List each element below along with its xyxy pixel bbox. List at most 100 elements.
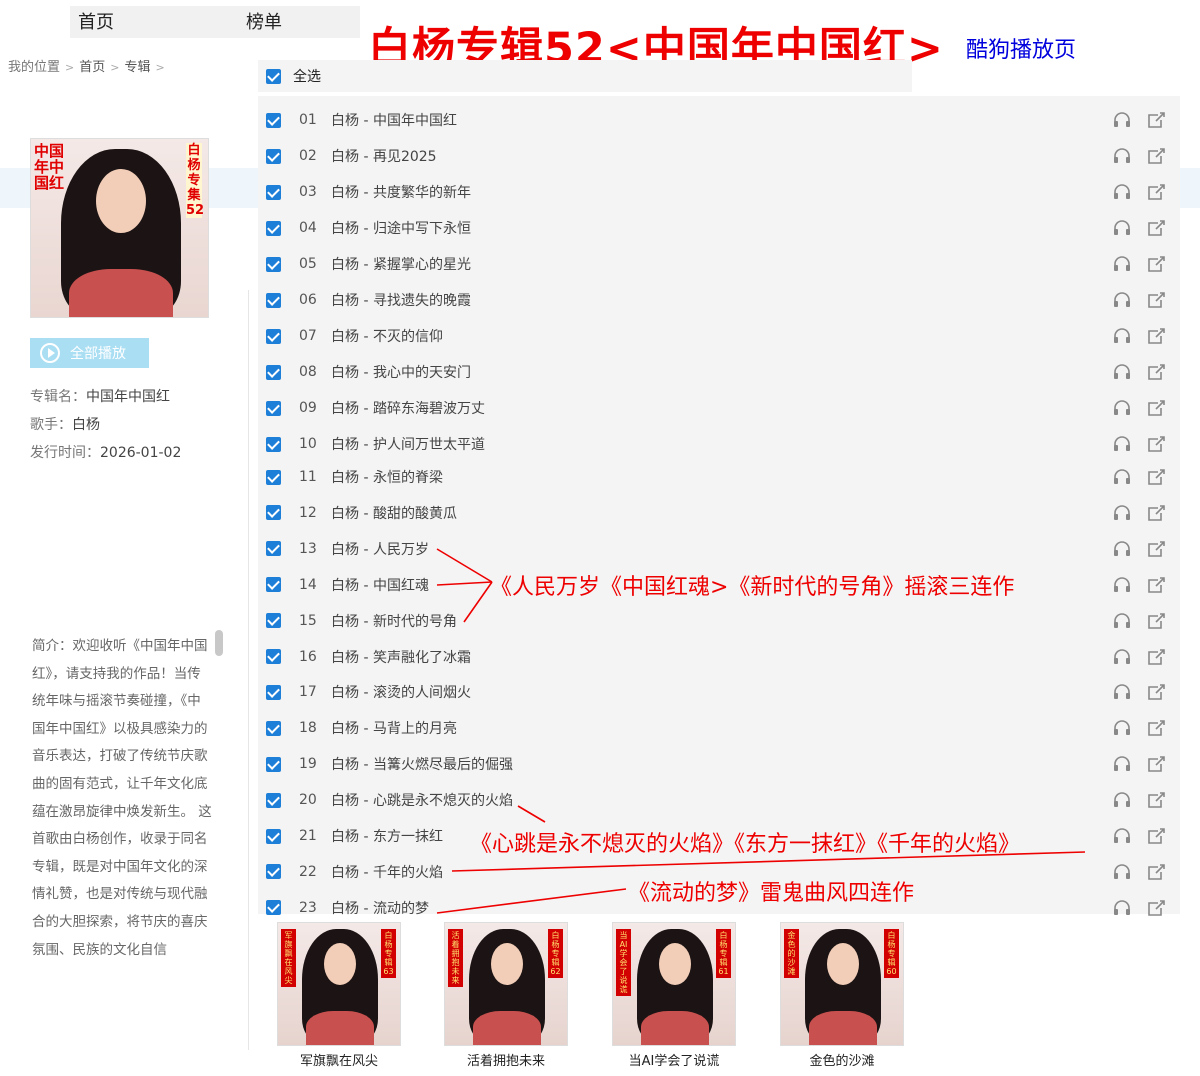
song-row[interactable]: 13 白杨 - 人民万岁 — [258, 534, 1180, 564]
nav-home[interactable]: 首页 — [78, 8, 114, 34]
song-checkbox[interactable] — [266, 184, 281, 200]
song-checkbox[interactable] — [266, 577, 281, 593]
headphones-icon[interactable] — [1112, 183, 1132, 201]
headphones-icon[interactable] — [1112, 219, 1132, 237]
song-row[interactable]: 09 白杨 - 踏碎东海碧波万丈 — [258, 393, 1180, 423]
song-row[interactable]: 18 白杨 - 马背上的月亮 — [258, 713, 1180, 743]
song-title[interactable]: 白杨 - 流动的梦 — [331, 898, 429, 918]
song-checkbox[interactable] — [266, 756, 281, 772]
headphones-icon[interactable] — [1112, 612, 1132, 630]
select-all-checkbox[interactable] — [266, 68, 281, 84]
song-checkbox[interactable] — [266, 220, 281, 236]
song-checkbox[interactable] — [266, 400, 281, 416]
share-icon[interactable] — [1146, 576, 1166, 594]
headphones-icon[interactable] — [1112, 291, 1132, 309]
headphones-icon[interactable] — [1112, 255, 1132, 273]
song-title[interactable]: 白杨 - 中国年中国红 — [331, 110, 457, 130]
song-title[interactable]: 白杨 - 踏碎东海碧波万丈 — [331, 398, 485, 418]
play-all-button[interactable]: 全部播放 — [30, 338, 149, 368]
breadcrumb-home[interactable]: 首页 — [79, 60, 105, 75]
headphones-icon[interactable] — [1112, 683, 1132, 701]
song-row[interactable]: 15 白杨 - 新时代的号角 — [258, 606, 1180, 636]
song-row[interactable]: 11 白杨 - 永恒的脊梁 — [258, 462, 1180, 492]
song-title[interactable]: 白杨 - 归途中写下永恒 — [331, 218, 471, 238]
song-row[interactable]: 05 白杨 - 紧握掌心的星光 — [258, 249, 1180, 279]
share-icon[interactable] — [1146, 327, 1166, 345]
related-album-cover[interactable]: 金色的沙滩 白杨专辑60 — [780, 922, 904, 1046]
headphones-icon[interactable] — [1112, 540, 1132, 558]
share-icon[interactable] — [1146, 363, 1166, 381]
song-row[interactable]: 06 白杨 - 寻找遗失的晚霞 — [258, 285, 1180, 315]
share-icon[interactable] — [1146, 147, 1166, 165]
song-title[interactable]: 白杨 - 紧握掌心的星光 — [331, 254, 471, 274]
headphones-icon[interactable] — [1112, 435, 1132, 453]
song-checkbox[interactable] — [266, 112, 281, 128]
song-title[interactable]: 白杨 - 寻找遗失的晚霞 — [331, 290, 471, 310]
share-icon[interactable] — [1146, 899, 1166, 917]
related-album-title[interactable]: 军旗飘在风尖 — [264, 1050, 414, 1069]
song-title[interactable]: 白杨 - 共度繁华的新年 — [331, 182, 471, 202]
song-checkbox[interactable] — [266, 900, 281, 916]
song-title[interactable]: 白杨 - 当篝火燃尽最后的倔强 — [331, 754, 513, 774]
related-album-cover[interactable]: 活着拥抱未来 白杨专辑62 — [444, 922, 568, 1046]
song-checkbox[interactable] — [266, 684, 281, 700]
song-checkbox[interactable] — [266, 436, 281, 452]
song-title[interactable]: 白杨 - 滚烫的人间烟火 — [331, 682, 471, 702]
song-checkbox[interactable] — [266, 469, 281, 485]
related-album-title[interactable]: 金色的沙滩 — [767, 1050, 917, 1069]
share-icon[interactable] — [1146, 648, 1166, 666]
song-checkbox[interactable] — [266, 328, 281, 344]
song-title[interactable]: 白杨 - 笑声融化了冰霜 — [331, 647, 471, 667]
song-title[interactable]: 白杨 - 护人间万世太平道 — [331, 434, 485, 454]
share-icon[interactable] — [1146, 791, 1166, 809]
song-title[interactable]: 白杨 - 我心中的天安门 — [331, 362, 471, 382]
song-checkbox[interactable] — [266, 256, 281, 272]
headphones-icon[interactable] — [1112, 111, 1132, 129]
song-row[interactable]: 07 白杨 - 不灭的信仰 — [258, 321, 1180, 351]
share-icon[interactable] — [1146, 540, 1166, 558]
song-row[interactable]: 10 白杨 - 护人间万世太平道 — [258, 429, 1180, 459]
share-icon[interactable] — [1146, 827, 1166, 845]
related-album-cover[interactable]: 军旗飘在风尖 白杨专辑63 — [277, 922, 401, 1046]
intro-scrollbar[interactable] — [215, 630, 223, 656]
song-row[interactable]: 20 白杨 - 心跳是永不熄灭的火焰 — [258, 785, 1180, 815]
share-icon[interactable] — [1146, 612, 1166, 630]
song-row[interactable]: 16 白杨 - 笑声融化了冰霜 — [258, 642, 1180, 672]
share-icon[interactable] — [1146, 399, 1166, 417]
related-album-title[interactable]: 当AI学会了说谎 — [599, 1050, 749, 1069]
share-icon[interactable] — [1146, 111, 1166, 129]
share-icon[interactable] — [1146, 219, 1166, 237]
singer-name[interactable]: 白杨 — [72, 417, 100, 433]
headphones-icon[interactable] — [1112, 719, 1132, 737]
song-title[interactable]: 白杨 - 不灭的信仰 — [331, 326, 443, 346]
song-title[interactable]: 白杨 - 东方一抹红 — [331, 826, 443, 846]
song-title[interactable]: 白杨 - 酸甜的酸黄瓜 — [331, 503, 457, 523]
headphones-icon[interactable] — [1112, 755, 1132, 773]
share-icon[interactable] — [1146, 435, 1166, 453]
song-checkbox[interactable] — [266, 649, 281, 664]
song-title[interactable]: 白杨 - 心跳是永不熄灭的火焰 — [331, 790, 513, 810]
song-checkbox[interactable] — [266, 292, 281, 308]
headphones-icon[interactable] — [1112, 899, 1132, 917]
headphones-icon[interactable] — [1112, 576, 1132, 594]
headphones-icon[interactable] — [1112, 863, 1132, 881]
song-checkbox[interactable] — [266, 828, 281, 844]
song-row[interactable]: 03 白杨 - 共度繁华的新年 — [258, 177, 1180, 207]
song-row[interactable]: 08 白杨 - 我心中的天安门 — [258, 357, 1180, 387]
breadcrumb-album[interactable]: 专辑 — [124, 60, 150, 75]
song-row[interactable]: 01 白杨 - 中国年中国红 — [258, 105, 1180, 135]
song-checkbox[interactable] — [266, 364, 281, 380]
song-checkbox[interactable] — [266, 792, 281, 808]
related-album-cover[interactable]: 当AI学会了说谎 白杨专辑61 — [612, 922, 736, 1046]
share-icon[interactable] — [1146, 863, 1166, 881]
share-icon[interactable] — [1146, 719, 1166, 737]
song-checkbox[interactable] — [266, 505, 281, 521]
headphones-icon[interactable] — [1112, 791, 1132, 809]
headphones-icon[interactable] — [1112, 327, 1132, 345]
song-checkbox[interactable] — [266, 720, 281, 736]
share-icon[interactable] — [1146, 291, 1166, 309]
headphones-icon[interactable] — [1112, 147, 1132, 165]
headphones-icon[interactable] — [1112, 504, 1132, 522]
headphones-icon[interactable] — [1112, 827, 1132, 845]
song-title[interactable]: 白杨 - 中国红魂 — [331, 575, 429, 595]
